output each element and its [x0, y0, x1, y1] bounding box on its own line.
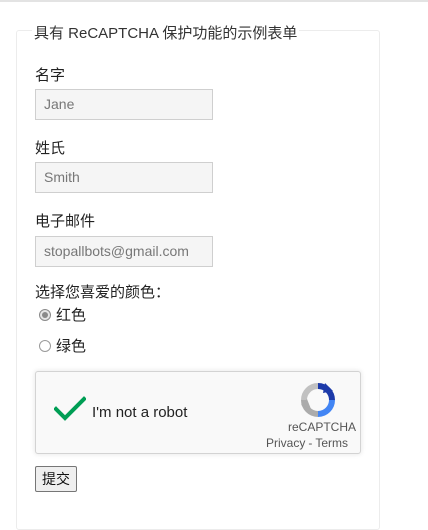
red-radio-button[interactable] [39, 308, 51, 321]
first-name-label: 名字 [35, 67, 66, 84]
last-name-label: 姓氏 [35, 140, 66, 157]
radio-option-green[interactable]: 绿色 [39, 335, 86, 356]
checkmark-icon[interactable] [53, 396, 87, 427]
green-radio-label: 绿色 [56, 338, 87, 355]
first-name-input[interactable]: Jane [35, 89, 213, 120]
green-radio-button[interactable] [39, 339, 51, 352]
email-input[interactable]: stopallbots@gmail.com [35, 236, 213, 267]
submit-button[interactable]: 提交 [35, 466, 77, 492]
captcha-label: I'm not a robot [92, 404, 188, 421]
privacy-link[interactable]: Privacy [266, 436, 305, 450]
top-divider [0, 0, 428, 2]
links-separator: - [308, 436, 313, 450]
radio-option-red[interactable]: 红色 [39, 304, 86, 325]
email-label: 电子邮件 [35, 213, 96, 230]
form-legend: 具有 ReCAPTCHA 保护功能的示例表单 [32, 22, 300, 43]
color-question-label: 选择您喜爱的颜色： [35, 284, 171, 301]
recaptcha-widget: I'm not a robot reCAPTCHA Privacy - Terms [35, 371, 361, 454]
last-name-input[interactable]: Smith [35, 162, 213, 193]
recaptcha-links: Privacy - Terms [266, 436, 348, 450]
recaptcha-brand: reCAPTCHA [287, 420, 356, 434]
terms-link[interactable]: Terms [315, 436, 348, 450]
recaptcha-logo-icon [301, 383, 335, 422]
red-radio-label: 红色 [56, 307, 87, 324]
